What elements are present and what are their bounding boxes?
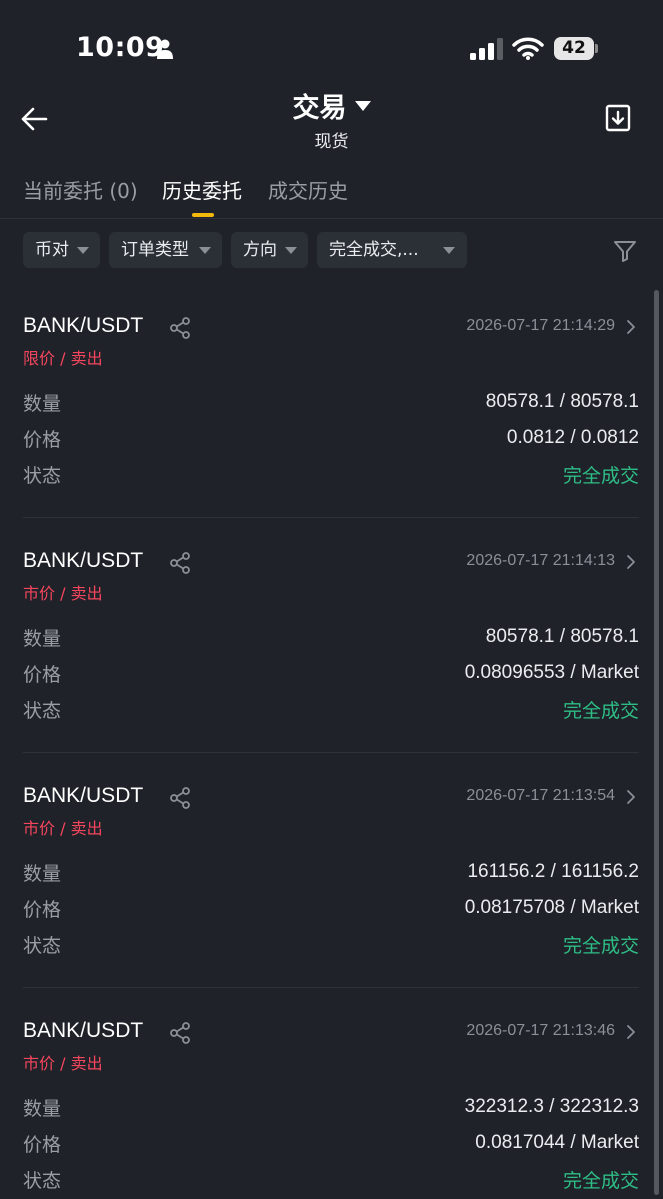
order-pair: BANK/USDT <box>23 784 144 807</box>
status-label: 状态 <box>23 465 62 487</box>
order-card[interactable]: BANK/USDT 2026-07-17 21:13:46 市价 / 卖出 数量… <box>0 1008 663 1199</box>
price-value: 0.08175708 / Market <box>464 897 639 918</box>
filter-order-type[interactable]: 订单类型 <box>109 232 222 268</box>
battery-indicator: 42 <box>554 37 598 60</box>
order-pair: BANK/USDT <box>23 1019 144 1042</box>
tab-order-history[interactable]: 历史委托 <box>162 175 242 204</box>
order-card[interactable]: BANK/USDT 2026-07-17 21:14:13 市价 / 卖出 数量… <box>0 538 663 773</box>
order-datetime: 2026-07-17 21:14:29 <box>466 317 615 334</box>
chevron-right-icon[interactable] <box>626 554 636 570</box>
order-card[interactable]: BANK/USDT 2026-07-17 21:14:29 限价 / 卖出 数量… <box>0 303 663 538</box>
share-icon[interactable] <box>170 787 191 809</box>
header: 交易 现货 <box>0 80 663 160</box>
status-value: 完全成交 <box>562 1170 639 1192</box>
share-icon[interactable] <box>170 1022 191 1044</box>
order-datetime: 2026-07-17 21:13:46 <box>466 1022 615 1039</box>
card-divider <box>23 517 639 518</box>
page-title: 交易 <box>292 93 347 124</box>
price-label: 价格 <box>23 1134 62 1156</box>
filter-side-label: 方向 <box>243 240 277 260</box>
order-side: 市价 / 卖出 <box>23 819 103 838</box>
quantity-label: 数量 <box>23 393 62 415</box>
order-card[interactable]: BANK/USDT 2026-07-17 21:13:54 市价 / 卖出 数量… <box>0 773 663 1008</box>
filter-pair-label: 币对 <box>35 240 69 260</box>
person-icon <box>157 39 173 59</box>
price-label: 价格 <box>23 899 62 921</box>
wifi-icon <box>512 37 544 60</box>
page-subtitle: 现货 <box>314 132 349 152</box>
filter-funnel-icon[interactable] <box>613 239 637 263</box>
price-label: 价格 <box>23 664 62 686</box>
order-pair: BANK/USDT <box>23 549 144 572</box>
filter-pair[interactable]: 币对 <box>23 232 100 268</box>
quantity-value: 80578.1 / 80578.1 <box>485 391 639 412</box>
status-value: 完全成交 <box>562 465 639 487</box>
share-icon[interactable] <box>170 317 191 339</box>
title-selector[interactable]: 交易 <box>0 86 663 125</box>
share-icon[interactable] <box>170 552 191 574</box>
card-divider <box>23 987 639 988</box>
filter-bar: 币对 订单类型 方向 完全成交,... <box>0 232 663 270</box>
status-time: 10:09 <box>76 32 165 63</box>
filter-status-label: 完全成交,... <box>329 240 419 260</box>
order-pair: BANK/USDT <box>23 314 144 337</box>
quantity-label: 数量 <box>23 1098 62 1120</box>
order-datetime: 2026-07-17 21:13:54 <box>466 787 615 804</box>
quantity-value: 161156.2 / 161156.2 <box>467 861 639 882</box>
tab-trade-history[interactable]: 成交历史 <box>268 175 348 204</box>
filter-side[interactable]: 方向 <box>231 232 308 268</box>
tab-open-orders[interactable]: 当前委托 (0) <box>23 175 138 204</box>
caret-down-icon <box>443 247 455 254</box>
price-value: 0.0817044 / Market <box>475 1132 639 1153</box>
order-side: 市价 / 卖出 <box>23 1054 103 1073</box>
battery-cap <box>595 44 598 53</box>
download-icon[interactable] <box>604 104 632 132</box>
order-side: 限价 / 卖出 <box>23 349 103 368</box>
quantity-label: 数量 <box>23 628 62 650</box>
quantity-value: 80578.1 / 80578.1 <box>485 626 639 647</box>
price-label: 价格 <box>23 429 62 451</box>
price-value: 0.08096553 / Market <box>464 662 639 683</box>
chevron-right-icon[interactable] <box>626 789 636 805</box>
status-label: 状态 <box>23 700 62 722</box>
order-datetime: 2026-07-17 21:14:13 <box>466 552 615 569</box>
caret-down-icon <box>77 247 89 254</box>
status-label: 状态 <box>23 1170 62 1192</box>
caret-down-icon <box>199 247 211 254</box>
active-tab-indicator <box>192 213 214 217</box>
scrollbar[interactable] <box>654 290 659 1195</box>
caret-down-icon <box>285 247 297 254</box>
card-divider <box>23 752 639 753</box>
status-label: 状态 <box>23 935 62 957</box>
quantity-label: 数量 <box>23 863 62 885</box>
filter-order-type-label: 订单类型 <box>121 240 189 260</box>
order-tabs: 当前委托 (0) 历史委托 成交历史 <box>0 170 663 219</box>
order-side: 市价 / 卖出 <box>23 584 103 603</box>
status-value: 完全成交 <box>562 700 639 722</box>
quantity-value: 322312.3 / 322312.3 <box>464 1096 639 1117</box>
battery-level: 42 <box>554 37 594 60</box>
price-value: 0.0812 / 0.0812 <box>506 427 639 448</box>
caret-down-icon <box>354 100 371 111</box>
status-value: 完全成交 <box>562 935 639 957</box>
filter-status[interactable]: 完全成交,... <box>317 232 467 268</box>
chevron-right-icon[interactable] <box>626 319 636 335</box>
cellular-signal-icon <box>470 38 503 60</box>
chevron-right-icon[interactable] <box>626 1024 636 1040</box>
